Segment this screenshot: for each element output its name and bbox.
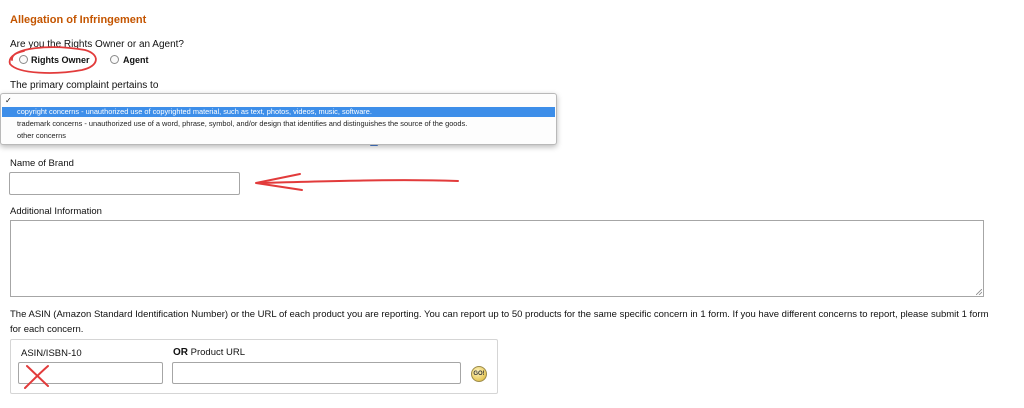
annotation-layer xyxy=(8,46,459,389)
annotation-circle xyxy=(8,46,97,74)
annotation-cross xyxy=(24,365,49,389)
annotation-arrow xyxy=(261,179,459,184)
